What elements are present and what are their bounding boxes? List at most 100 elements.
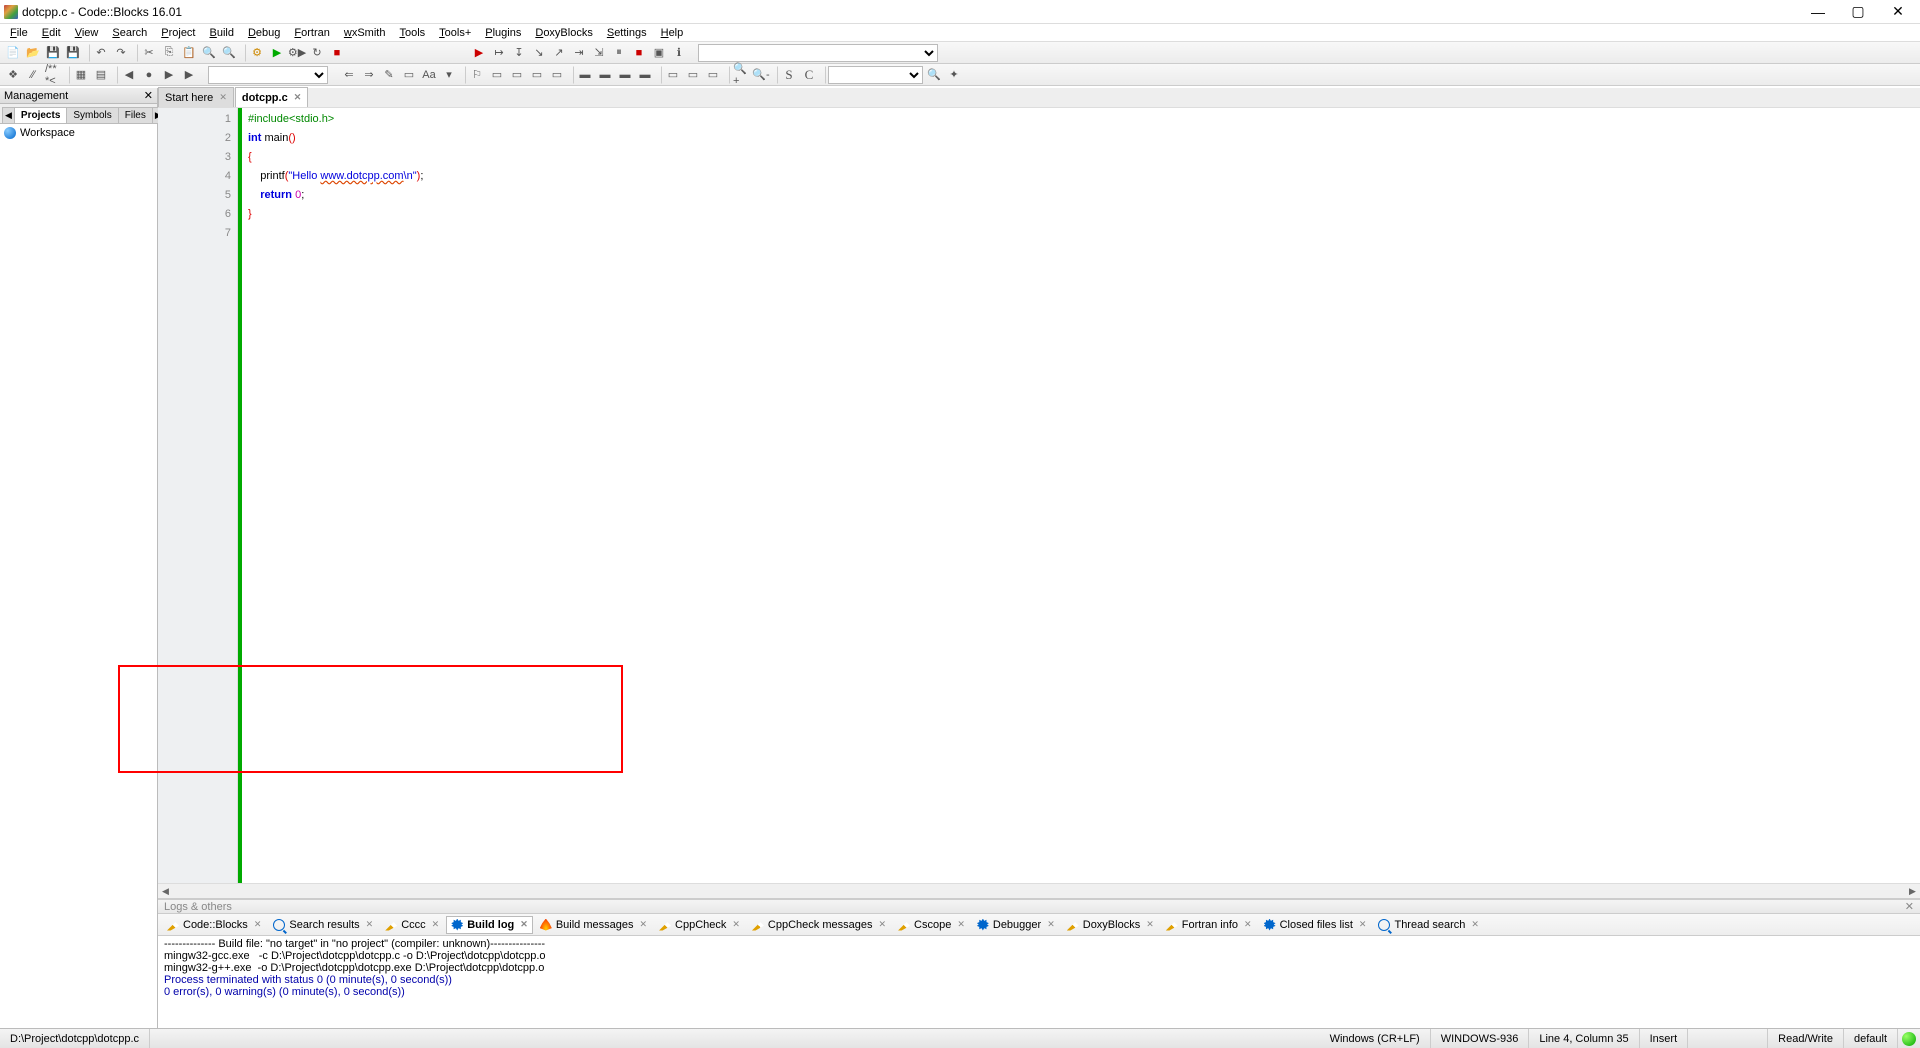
letter-c-icon[interactable]: C bbox=[800, 66, 818, 84]
stop-icon[interactable]: ■ bbox=[328, 44, 346, 62]
jump-back-icon[interactable]: ⇐ bbox=[340, 66, 358, 84]
log-tab-close-icon[interactable]: ✕ bbox=[1146, 919, 1154, 930]
nav-back-icon[interactable]: ◀ bbox=[120, 66, 138, 84]
scroll-right-icon[interactable]: ▶ bbox=[1905, 886, 1920, 897]
bookmark-icon[interactable]: ⚐ bbox=[468, 66, 486, 84]
menu-settings[interactable]: Settings bbox=[601, 26, 653, 40]
tree-item-workspace[interactable]: Workspace bbox=[2, 126, 155, 140]
next-instr-icon[interactable]: ⇥ bbox=[570, 44, 588, 62]
log-tab-code-blocks[interactable]: Code::Blocks✕ bbox=[162, 916, 266, 934]
doxy-view-icon[interactable]: ▤ bbox=[92, 66, 110, 84]
open-icon[interactable]: 📂 bbox=[24, 44, 42, 62]
log-tab-debugger[interactable]: Debugger✕ bbox=[972, 916, 1060, 934]
replace-icon[interactable]: 🔍 bbox=[220, 44, 238, 62]
log-tab-close-icon[interactable]: ✕ bbox=[639, 919, 647, 930]
log-tab-search-results[interactable]: Search results✕ bbox=[268, 916, 378, 934]
save-all-icon[interactable]: 💾 bbox=[64, 44, 82, 62]
editor-hscrollbar[interactable]: ◀ ▶ bbox=[158, 883, 1920, 898]
menu-file[interactable]: File bbox=[4, 26, 34, 40]
scroll-left-icon[interactable]: ◀ bbox=[158, 886, 173, 897]
log-tab-close-icon[interactable]: ✕ bbox=[1359, 919, 1367, 930]
log-tab-build-log[interactable]: Build log✕ bbox=[446, 916, 533, 934]
search-opts-icon[interactable]: ✦ bbox=[945, 66, 963, 84]
menu-plugins[interactable]: Plugins bbox=[479, 26, 527, 40]
paste-icon[interactable]: 📋 bbox=[180, 44, 198, 62]
cut-icon[interactable]: ✂ bbox=[140, 44, 158, 62]
win3-icon[interactable]: ▭ bbox=[528, 66, 546, 84]
search-go-icon[interactable]: 🔍 bbox=[925, 66, 943, 84]
log-tab-fortran-info[interactable]: Fortran info✕ bbox=[1161, 916, 1257, 934]
menu-debug[interactable]: Debug bbox=[242, 26, 286, 40]
log-tab-close-icon[interactable]: ✕ bbox=[957, 919, 965, 930]
layout3-icon[interactable]: ▬ bbox=[616, 66, 634, 84]
editor-tab-start-here[interactable]: Start here✕ bbox=[158, 87, 234, 107]
debug-windows-icon[interactable]: ▣ bbox=[650, 44, 668, 62]
step-out-icon[interactable]: ↗ bbox=[550, 44, 568, 62]
nav-home-icon[interactable]: ● bbox=[140, 66, 158, 84]
letter-s-icon[interactable]: S bbox=[780, 66, 798, 84]
nav-last-icon[interactable]: ▶ bbox=[180, 66, 198, 84]
step-into-icon[interactable]: ↘ bbox=[530, 44, 548, 62]
block-comment-icon[interactable]: /** *< bbox=[44, 66, 62, 84]
run-icon[interactable]: ▶ bbox=[268, 44, 286, 62]
jump-fwd-icon[interactable]: ⇒ bbox=[360, 66, 378, 84]
logs-close-icon[interactable]: ✕ bbox=[1905, 900, 1914, 913]
build-icon[interactable]: ⚙ bbox=[248, 44, 266, 62]
log-tab-closed-files-list[interactable]: Closed files list✕ bbox=[1259, 916, 1372, 934]
log-tab-close-icon[interactable]: ✕ bbox=[1244, 919, 1252, 930]
toggle-comment-icon[interactable]: ❖ bbox=[4, 66, 22, 84]
win1-icon[interactable]: ▭ bbox=[488, 66, 506, 84]
menu-view[interactable]: View bbox=[69, 26, 105, 40]
mgmt-tab-files[interactable]: Files bbox=[118, 107, 153, 123]
log-tab-close-icon[interactable]: ✕ bbox=[878, 919, 886, 930]
stop-debug-icon[interactable]: ■ bbox=[630, 44, 648, 62]
layout2-icon[interactable]: ▬ bbox=[596, 66, 614, 84]
layout1-icon[interactable]: ▬ bbox=[576, 66, 594, 84]
log-tab-close-icon[interactable]: ✕ bbox=[1047, 919, 1055, 930]
doxy-insert-icon[interactable]: ▦ bbox=[72, 66, 90, 84]
mgmt-tab-projects[interactable]: Projects bbox=[14, 107, 67, 123]
layout4-icon[interactable]: ▬ bbox=[636, 66, 654, 84]
menu-build[interactable]: Build bbox=[204, 26, 240, 40]
zoom-in-icon[interactable]: 🔍+ bbox=[732, 66, 750, 84]
minimize-button[interactable]: — bbox=[1804, 2, 1832, 22]
options-icon[interactable]: ▾ bbox=[440, 66, 458, 84]
rebuild-icon[interactable]: ↻ bbox=[308, 44, 326, 62]
menu-tools[interactable]: Tools bbox=[393, 26, 431, 40]
debug-run-icon[interactable]: ▶ bbox=[470, 44, 488, 62]
log-tab-close-icon[interactable]: ✕ bbox=[254, 919, 262, 930]
info-icon[interactable]: ℹ bbox=[670, 44, 688, 62]
editor-tab-dotcpp-c[interactable]: dotcpp.c✕ bbox=[235, 87, 308, 107]
run-to-cursor-icon[interactable]: ↦ bbox=[490, 44, 508, 62]
tab-close-icon[interactable]: ✕ bbox=[294, 92, 302, 103]
new-file-icon[interactable]: 📄 bbox=[4, 44, 22, 62]
split1-icon[interactable]: ▭ bbox=[664, 66, 682, 84]
log-tab-build-messages[interactable]: Build messages✕ bbox=[535, 916, 652, 934]
next-line-icon[interactable]: ↧ bbox=[510, 44, 528, 62]
code-editor[interactable]: 1234567 #include<stdio.h>int main(){ pri… bbox=[158, 108, 1920, 883]
code-content[interactable]: #include<stdio.h>int main(){ printf("Hel… bbox=[242, 108, 1920, 883]
log-tab-cscope[interactable]: Cscope✕ bbox=[893, 916, 970, 934]
undo-icon[interactable]: ↶ bbox=[92, 44, 110, 62]
build-target-combo[interactable] bbox=[698, 44, 938, 62]
symbols-combo[interactable] bbox=[208, 66, 328, 84]
menu-fortran[interactable]: Fortran bbox=[288, 26, 335, 40]
select-icon[interactable]: ▭ bbox=[400, 66, 418, 84]
save-icon[interactable]: 💾 bbox=[44, 44, 62, 62]
search-combo[interactable] bbox=[828, 66, 923, 84]
menu-tools[interactable]: Tools+ bbox=[433, 26, 477, 40]
log-tab-close-icon[interactable]: ✕ bbox=[520, 919, 528, 930]
win2-icon[interactable]: ▭ bbox=[508, 66, 526, 84]
win4-icon[interactable]: ▭ bbox=[548, 66, 566, 84]
log-tab-close-icon[interactable]: ✕ bbox=[366, 919, 374, 930]
log-tab-thread-search[interactable]: Thread search✕ bbox=[1373, 916, 1483, 934]
log-tab-close-icon[interactable]: ✕ bbox=[732, 919, 740, 930]
log-tab-cppcheck-messages[interactable]: CppCheck messages✕ bbox=[747, 916, 891, 934]
tab-close-icon[interactable]: ✕ bbox=[219, 92, 227, 103]
log-tab-cccc[interactable]: Cccc✕ bbox=[380, 916, 444, 934]
panel-close-icon[interactable]: ✕ bbox=[144, 89, 153, 102]
copy-icon[interactable]: ⎘ bbox=[160, 44, 178, 62]
management-tree[interactable]: Workspace bbox=[0, 124, 157, 1028]
menu-search[interactable]: Search bbox=[106, 26, 153, 40]
build-run-icon[interactable]: ⚙▶ bbox=[288, 44, 306, 62]
